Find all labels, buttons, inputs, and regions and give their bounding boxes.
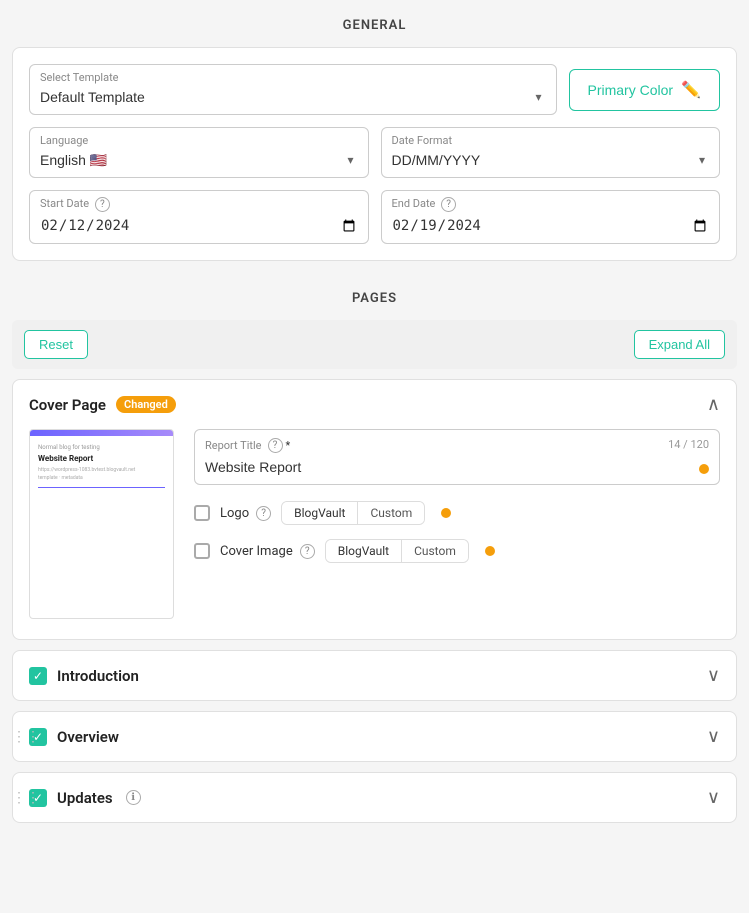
end-date-field: End Date ? [381, 190, 721, 244]
report-title-changed-dot [699, 464, 709, 474]
thumb-report-title: Website Report [38, 454, 165, 463]
overview-drag-handle[interactable]: ⋮⋮ [12, 729, 40, 745]
language-select[interactable]: English 🇺🇸 [40, 152, 358, 168]
thumb-divider [38, 487, 165, 488]
updates-chevron-icon: ∨ [707, 787, 720, 808]
start-date-info-icon: ? [95, 197, 110, 212]
report-title-field: Report Title ? * 14 / 120 [194, 429, 720, 485]
expand-all-button[interactable]: Expand All [634, 330, 725, 359]
thumb-content: Normal blog for testing Website Report h… [30, 436, 173, 502]
logo-blogvault-option[interactable]: BlogVault [282, 502, 357, 524]
thumb-blog-label: Normal blog for testing [38, 444, 165, 451]
language-field: Language English 🇺🇸 [29, 127, 369, 178]
updates-left: Updates ℹ [29, 789, 141, 807]
thumb-tagline: template · metadata [38, 475, 165, 481]
overview-chevron-icon: ∨ [707, 726, 720, 747]
pencil-icon: ✏️ [681, 80, 701, 100]
cover-image-label: Cover Image ? [220, 544, 315, 559]
changed-badge: Changed [116, 396, 176, 413]
overview-title: Overview [57, 728, 119, 746]
logo-changed-dot [441, 508, 451, 518]
cover-image-checkbox[interactable] [194, 543, 210, 559]
chevron-up-icon: ∧ [707, 394, 720, 415]
date-format-select[interactable]: DD/MM/YYYY [392, 152, 710, 168]
primary-color-button[interactable]: Primary Color ✏️ [569, 69, 721, 111]
logo-label: Logo ? [220, 506, 271, 521]
logo-row: Logo ? BlogVault Custom [194, 501, 720, 525]
start-date-field: Start Date ? [29, 190, 369, 244]
report-title-input[interactable] [205, 459, 709, 475]
logo-custom-option[interactable]: Custom [358, 502, 424, 524]
cover-page-preview: Normal blog for testing Website Report h… [29, 429, 174, 619]
cover-image-info-icon: ? [300, 544, 315, 559]
pages-section-title: PAGES [12, 281, 737, 320]
overview-header[interactable]: Overview ∨ [13, 712, 736, 761]
general-section: Select Template Default Template Primary… [12, 47, 737, 261]
logo-info-icon: ? [256, 506, 271, 521]
reset-button[interactable]: Reset [24, 330, 88, 359]
updates-header[interactable]: Updates ℹ ∨ [13, 773, 736, 822]
overview-card: Overview ∨ [12, 711, 737, 762]
updates-card: Updates ℹ ∨ [12, 772, 737, 823]
start-date-label: Start Date ? [40, 197, 358, 212]
introduction-checkbox[interactable] [29, 667, 47, 685]
cover-image-blogvault-option[interactable]: BlogVault [326, 540, 401, 562]
template-label: Select Template [40, 71, 546, 84]
cover-image-changed-dot [485, 546, 495, 556]
end-date-input[interactable] [392, 217, 710, 235]
cover-page-title: Cover Page [29, 396, 106, 414]
logo-toggle-group: BlogVault Custom [281, 501, 425, 525]
introduction-left: Introduction [29, 667, 139, 685]
logo-checkbox[interactable] [194, 505, 210, 521]
overview-card-wrapper: ⋮⋮ Overview ∨ [12, 711, 737, 762]
updates-title: Updates [57, 789, 113, 807]
updates-card-wrapper: ⋮⋮ Updates ℹ ∨ [12, 772, 737, 823]
cover-page-card: Cover Page Changed ∧ Normal blog for tes… [12, 379, 737, 640]
updates-info-icon: ℹ [126, 790, 141, 805]
date-format-label: Date Format [392, 134, 710, 147]
end-date-info-icon: ? [441, 197, 456, 212]
cover-image-row: Cover Image ? BlogVault Custom [194, 539, 720, 563]
introduction-header[interactable]: Introduction ∨ [13, 651, 736, 700]
char-count: 14 / 120 [668, 438, 709, 451]
introduction-card: Introduction ∨ [12, 650, 737, 701]
introduction-chevron-icon: ∨ [707, 665, 720, 686]
cover-page-form: Report Title ? * 14 / 120 Logo ? [194, 429, 720, 619]
start-date-input[interactable] [40, 217, 358, 235]
cover-page-body: Normal blog for testing Website Report h… [13, 429, 736, 639]
updates-drag-handle[interactable]: ⋮⋮ [12, 790, 40, 806]
thumb-url: https://wordpress-1083.bvtest.blogvault.… [38, 467, 165, 473]
primary-color-label: Primary Color [588, 82, 674, 98]
language-label: Language [40, 134, 358, 147]
required-star: * [286, 439, 291, 452]
template-select[interactable]: Default Template [40, 89, 546, 105]
overview-left: Overview [29, 728, 119, 746]
date-format-field: Date Format DD/MM/YYYY [381, 127, 721, 178]
pages-toolbar: Reset Expand All [12, 320, 737, 369]
introduction-title: Introduction [57, 667, 139, 685]
template-field: Select Template Default Template [29, 64, 557, 115]
cover-page-header[interactable]: Cover Page Changed ∧ [13, 380, 736, 429]
general-section-title: GENERAL [12, 0, 737, 47]
cover-image-custom-option[interactable]: Custom [402, 540, 468, 562]
end-date-label: End Date ? [392, 197, 710, 212]
report-title-info-icon: ? [268, 438, 283, 453]
report-title-label: Report Title ? * 14 / 120 [205, 438, 709, 453]
cover-page-header-left: Cover Page Changed [29, 396, 176, 414]
cover-image-toggle-group: BlogVault Custom [325, 539, 469, 563]
